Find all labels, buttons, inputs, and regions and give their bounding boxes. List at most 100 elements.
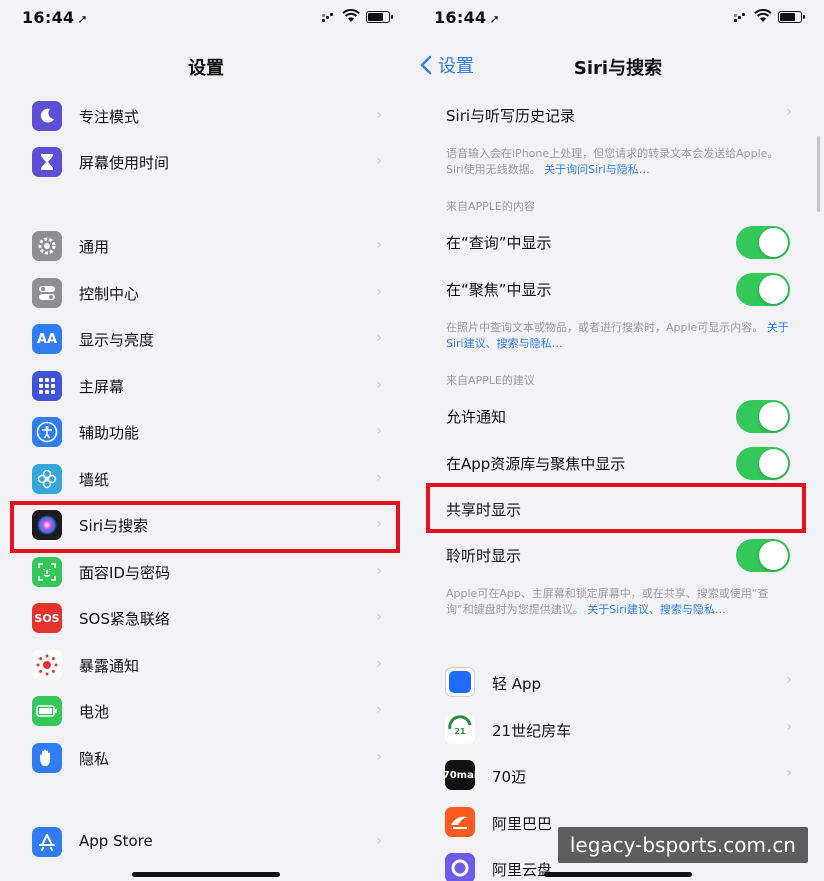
row-label: 在“查询”中显示 xyxy=(446,234,552,252)
settings-panel: 16:44 ➚ 设置 专注模式 › 屏幕使用时间 › 通用 › 控制中心 › AA… xyxy=(0,0,412,881)
settings-item-label: SOS紧急联络 xyxy=(79,610,170,628)
settings-item-label: 墙纸 xyxy=(79,471,110,489)
rv-icon: 21 xyxy=(445,714,475,744)
settings-item-face-id[interactable]: 面容ID与密码 › xyxy=(0,551,412,597)
siri-search-panel: 16:44 ➚ 设置 Siri与搜索 Siri与听写历史记录 › 语音输入会在iP… xyxy=(412,0,824,881)
grid-icon xyxy=(32,371,62,401)
settings-item-exposure[interactable]: 暴露通知 › xyxy=(0,644,412,690)
settings-item-label: 暴露通知 xyxy=(79,657,140,675)
alibaba-icon xyxy=(445,807,475,837)
app-row-light-app[interactable]: 轻 App › xyxy=(412,660,824,706)
70mai-icon: 70mai xyxy=(443,760,477,790)
settings-item-display[interactable]: AA 显示与亮度 › xyxy=(0,318,412,364)
show-when-listening-row: 聆听时显示 xyxy=(412,532,824,578)
row-label: Siri与听写历史记录 xyxy=(446,107,576,125)
allow-notifications-row: 允许通知 xyxy=(412,393,824,439)
chevron-right-icon: › xyxy=(786,104,792,120)
chevron-right-icon: › xyxy=(376,377,382,393)
chevron-right-icon: › xyxy=(376,237,382,253)
settings-item-label: App Store xyxy=(79,832,153,850)
chevron-right-icon: › xyxy=(376,656,382,672)
settings-item-label: 面容ID与密码 xyxy=(79,564,170,582)
app-label: 70迈 xyxy=(492,768,527,786)
battery-icon xyxy=(32,696,62,726)
app-store-icon xyxy=(32,827,62,857)
row-label: 允许通知 xyxy=(446,408,507,426)
settings-item-label: 隐私 xyxy=(79,750,110,768)
scrollbar[interactable] xyxy=(817,136,820,212)
moon-icon xyxy=(32,101,62,131)
app-label: 21世纪房车 xyxy=(492,722,572,740)
chevron-right-icon: › xyxy=(786,672,792,688)
settings-item-control-center[interactable]: 控制中心 › xyxy=(0,272,412,318)
hand-icon xyxy=(32,743,62,773)
settings-item-label: 显示与亮度 xyxy=(79,331,155,349)
sos-icon: SOS xyxy=(32,603,62,633)
show-in-lookup-row: 在“查询”中显示 xyxy=(412,219,824,265)
settings-item-battery[interactable]: 电池 › xyxy=(0,690,412,736)
location-icon: ➚ xyxy=(77,12,88,26)
location-icon: ➚ xyxy=(489,12,500,26)
settings-item-focus[interactable]: 专注模式 › xyxy=(0,95,412,141)
about-siri-privacy-link[interactable]: 关于询问Siri与隐私… xyxy=(544,163,650,176)
settings-item-label: 专注模式 xyxy=(79,108,140,126)
allow-notifications-toggle[interactable] xyxy=(736,400,790,433)
page-title: 设置 xyxy=(188,58,224,79)
hourglass-icon xyxy=(32,147,62,177)
wifi-icon xyxy=(754,9,772,22)
light-app-icon xyxy=(445,667,475,697)
settings-item-home-screen[interactable]: 主屏幕 › xyxy=(0,365,412,411)
show-in-library-toggle[interactable] xyxy=(736,447,790,480)
row-label: 在App资源库与聚焦中显示 xyxy=(446,455,626,473)
settings-item-sos[interactable]: SOS SOS紧急联络 › xyxy=(0,597,412,643)
chevron-right-icon: › xyxy=(376,330,382,346)
settings-item-general[interactable]: 通用 › xyxy=(0,225,412,271)
page-title: Siri与搜索 xyxy=(573,58,663,79)
status-time: 16:44 ➚ xyxy=(22,8,88,27)
settings-item-label: 屏幕使用时间 xyxy=(79,154,170,172)
app-row-70mai[interactable]: 70mai 70迈 › xyxy=(412,753,824,799)
chevron-right-icon: › xyxy=(376,833,382,849)
gear-icon xyxy=(32,231,62,261)
show-in-spotlight-toggle[interactable] xyxy=(736,273,790,306)
siri-history-row[interactable]: Siri与听写历史记录 › xyxy=(412,92,824,138)
settings-item-privacy[interactable]: 隐私 › xyxy=(0,737,412,783)
show-in-lookup-toggle[interactable] xyxy=(736,226,790,259)
status-time: 16:44 ➚ xyxy=(434,8,500,27)
footnote-voice: 语音输入会在iPhone上处理，但您请求的转录文本会发送给Apple。Siri使… xyxy=(446,146,796,178)
row-label: 聆听时显示 xyxy=(446,547,522,565)
chevron-right-icon: › xyxy=(376,749,382,765)
cloud-drive-icon xyxy=(445,853,475,881)
exposure-icon xyxy=(32,650,62,680)
settings-item-label: 辅助功能 xyxy=(79,424,140,442)
svg-text:21: 21 xyxy=(454,727,466,736)
settings-item-wallpaper[interactable]: 墙纸 › xyxy=(0,458,412,504)
highlight-box-siri xyxy=(10,501,400,553)
app-label: 轻 App xyxy=(492,675,542,693)
battery-status-icon xyxy=(778,11,805,23)
app-row-21c-rv[interactable]: 21 21世纪房车 › xyxy=(412,707,824,753)
show-when-listening-toggle[interactable] xyxy=(736,539,790,572)
chevron-right-icon: › xyxy=(376,563,382,579)
settings-item-accessibility[interactable]: 辅助功能 › xyxy=(0,411,412,457)
face-id-icon xyxy=(32,557,62,587)
settings-item-screen-time[interactable]: 屏幕使用时间 › xyxy=(0,141,412,187)
settings-item-label: 控制中心 xyxy=(79,285,140,303)
chevron-right-icon: › xyxy=(376,153,382,169)
settings-item-app-store[interactable]: App Store › xyxy=(0,821,412,867)
footnote-content: 在照片中查询文本或物品，或者进行搜索时，Apple可显示内容。 关于Siri建议… xyxy=(446,320,796,352)
settings-item-label: 电池 xyxy=(79,703,110,721)
flower-icon xyxy=(32,464,62,494)
settings-item-label: 通用 xyxy=(79,238,110,256)
signal-icon xyxy=(322,13,334,23)
show-in-library-row: 在App资源库与聚焦中显示 xyxy=(412,440,824,486)
row-label: 在“聚焦”中显示 xyxy=(446,281,552,299)
highlight-box-sharing xyxy=(426,483,806,533)
chevron-right-icon: › xyxy=(376,609,382,625)
about-suggestions-link[interactable]: 关于Siri建议、搜索与隐私… xyxy=(587,603,726,616)
section-header-suggestions: 来自APPLE的建议 xyxy=(446,374,535,387)
chevron-right-icon: › xyxy=(376,107,382,123)
status-bar: 16:44 ➚ xyxy=(412,6,824,32)
wifi-icon xyxy=(342,9,360,22)
accessibility-icon xyxy=(32,417,62,447)
